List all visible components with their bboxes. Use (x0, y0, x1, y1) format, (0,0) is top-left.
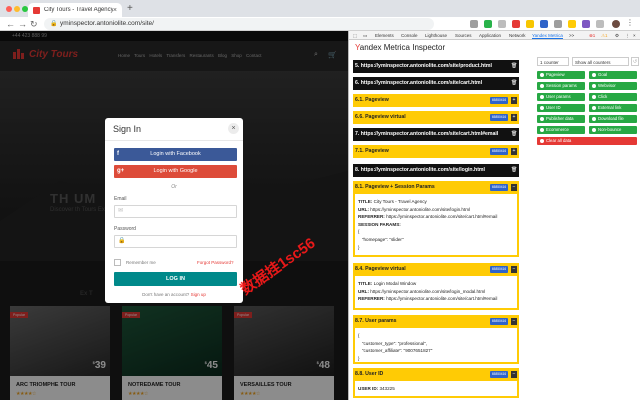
google-plus-icon: g+ (117, 168, 125, 174)
modal-close-button[interactable]: × (228, 123, 239, 134)
hit-details: USER ID: 343225 (353, 381, 519, 398)
email-field[interactable] (114, 205, 237, 218)
modal-title: Sign In (113, 124, 142, 134)
browser-tab-strip: City Tours - Travel Agency × + (0, 0, 640, 17)
counter-id-badge: 65850416 (490, 97, 508, 104)
favicon-icon (33, 6, 40, 14)
delete-icon[interactable]: 🗑 (511, 80, 517, 87)
devtools-panel: ⬚ ▭ Elements Console Lighthouse Sources … (348, 31, 640, 400)
hit-details: TITLE: City Tours - Travel Agency URL: h… (353, 194, 519, 257)
counter-id-badge: 65850416 (490, 371, 508, 378)
facebook-login-label: Login with Facebook (150, 151, 201, 157)
delete-icon[interactable]: 🗑 (511, 167, 517, 174)
google-login-label: Login with Google (153, 168, 198, 174)
extension-icon-6[interactable] (540, 20, 548, 28)
modal-divider (105, 140, 243, 141)
google-login-button[interactable]: g+ Login with Google (114, 165, 237, 178)
hit-event-expanded[interactable]: 8.8. User ID 65850416 − USER ID: 343225 (353, 368, 519, 398)
facebook-icon: f (117, 151, 119, 157)
hit-details: TITLE: Login Modal Window URL: https://y… (353, 276, 519, 310)
lock-icon: 🔒 (50, 21, 58, 27)
extension-evernote-icon[interactable] (484, 20, 492, 28)
hit-details: { "customer_type": "professional", "cust… (353, 328, 519, 364)
tab-title: City Tours - Travel Agency (44, 7, 113, 13)
password-lock-icon: 🔒 (118, 238, 126, 244)
hit-event[interactable]: 7.1. Pageview 65850416 + (353, 145, 519, 158)
hit-page[interactable]: 7. https://yminspector.antoniolite.com/s… (353, 128, 519, 141)
reload-icon[interactable]: ↻ (30, 18, 38, 30)
extension-icon-4[interactable] (512, 20, 520, 28)
facebook-login-button[interactable]: f Login with Facebook (114, 148, 237, 161)
hit-title[interactable]: 5. https://yminspector.antoniolite.com/s… (353, 60, 519, 73)
or-divider: Or (171, 184, 177, 190)
expand-icon[interactable]: + (511, 148, 517, 155)
tab-close-icon[interactable]: × (113, 7, 117, 14)
forgot-password-link[interactable]: Forgot Password? (197, 260, 234, 265)
expand-icon[interactable]: + (511, 97, 517, 104)
close-window-icon[interactable] (6, 6, 12, 12)
address-bar-row: ← → ↻ 🔒 yminspector.antoniolite.com/site… (0, 17, 640, 31)
minimize-window-icon[interactable] (14, 6, 20, 12)
counter-id-badge: 65850416 (490, 114, 508, 121)
collapse-icon[interactable]: − (511, 318, 517, 325)
hits-list: 5. https://yminspector.antoniolite.com/s… (349, 31, 640, 398)
extension-icon-5[interactable] (526, 20, 534, 28)
remember-me-checkbox[interactable] (114, 259, 121, 266)
new-tab-button[interactable]: + (127, 3, 133, 15)
url-field[interactable]: 🔒 yminspector.antoniolite.com/site/ (44, 18, 434, 30)
profile-avatar[interactable] (612, 20, 620, 28)
remember-me-label[interactable]: Remember me (126, 260, 156, 265)
signup-prompt-text: Don't have an account? (142, 292, 191, 297)
back-icon[interactable]: ← (6, 18, 15, 30)
hit-event[interactable]: 6.6. Pageview virtual 65850416 + (353, 111, 519, 124)
hit-page[interactable]: 5. https://yminspector.antoniolite.com/s… (353, 60, 519, 73)
hit-event-expanded[interactable]: 8.7. User params 65850416 − { "customer_… (353, 315, 519, 364)
delete-icon[interactable]: 🗑 (511, 131, 517, 138)
email-icon: ✉ (118, 208, 124, 214)
counter-id-badge: 65850416 (490, 266, 508, 273)
log-in-button[interactable]: LOG IN (114, 272, 237, 286)
hit-title[interactable]: 7. https://yminspector.antoniolite.com/s… (353, 128, 519, 141)
hit-page[interactable]: 6. https://yminspector.antoniolite.com/s… (353, 77, 519, 90)
hit-title[interactable]: 8. https://yminspector.antoniolite.com/s… (353, 164, 519, 177)
extension-yandex-icon[interactable] (568, 20, 576, 28)
collapse-icon[interactable]: − (511, 184, 517, 191)
extension-icon-7[interactable] (554, 20, 562, 28)
hit-event[interactable]: 6.1. Pageview 65850416 + (353, 94, 519, 107)
browser-tab[interactable]: City Tours - Travel Agency × (28, 3, 122, 17)
password-label: Password (114, 226, 136, 232)
extension-icon-3[interactable] (498, 20, 506, 28)
counter-id-badge: 65850416 (490, 318, 508, 325)
hit-title[interactable]: 6. https://yminspector.antoniolite.com/s… (353, 77, 519, 90)
collapse-icon[interactable]: − (511, 371, 517, 378)
extension-icon-9[interactable] (582, 20, 590, 28)
email-label: Email (114, 196, 127, 202)
counter-id-badge: 65850416 (490, 148, 508, 155)
hit-event-expanded[interactable]: 8.1. Pageview + Session Params 65850416 … (353, 181, 519, 257)
extension-icon-10[interactable] (596, 20, 604, 28)
hit-page[interactable]: 8. https://yminspector.antoniolite.com/s… (353, 164, 519, 177)
sign-in-modal: Sign In × f Login with Facebook g+ Login… (105, 118, 243, 303)
signup-prompt: Don't have an account? Sign up (105, 292, 243, 297)
delete-icon[interactable]: 🗑 (511, 63, 517, 70)
signup-link[interactable]: Sign up (191, 292, 206, 297)
browser-menu-icon[interactable]: ⋮ (626, 19, 634, 27)
counter-id-badge: 65850416 (490, 184, 508, 191)
forward-icon[interactable]: → (18, 18, 27, 30)
password-field[interactable] (114, 235, 237, 248)
url-text: yminspector.antoniolite.com/site/ (60, 20, 154, 27)
collapse-icon[interactable]: − (511, 266, 517, 273)
hit-event-expanded[interactable]: 8.4. Pageview virtual 65850416 − TITLE: … (353, 263, 519, 310)
expand-icon[interactable]: + (511, 114, 517, 121)
extension-icon-1[interactable] (470, 20, 478, 28)
